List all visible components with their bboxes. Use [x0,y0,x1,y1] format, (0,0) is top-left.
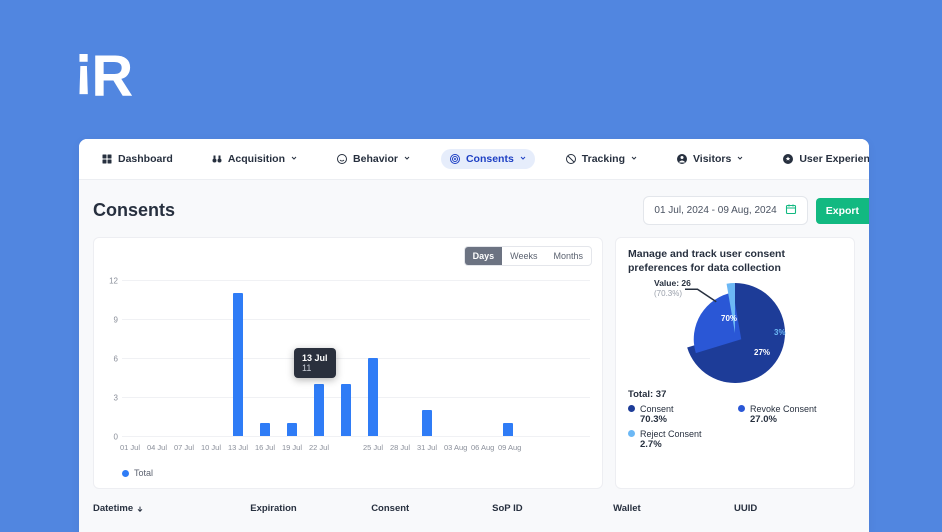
main-content: DaysWeeksMonths 036912 01 Jul04 Jul07 Ju… [79,237,869,489]
chart-tooltip: 13 Jul 11 [294,348,336,378]
nav-label: Behavior [353,153,398,165]
top-nav: Dashboard Acquisition Behavior Consents Trac… [79,139,869,180]
pie-legend-item: Reject Consent2.7% [628,429,738,450]
nav-label: Acquisition [228,153,285,165]
nav-label: User Experience [799,153,869,165]
page-title: Consents [93,200,175,221]
period-weeks[interactable]: Weeks [502,247,545,265]
bar[interactable] [314,384,324,436]
target-icon [449,153,461,165]
x-tick: 04 Jul [147,443,157,452]
x-tick: 22 Jul [309,443,319,452]
legend-dot-icon [628,430,635,437]
chevron-down-icon [290,153,298,165]
pie-legend-item: Consent70.3% [628,404,738,425]
pie-title: Manage and track user consent preference… [628,248,842,275]
nav-label: Consents [466,153,514,165]
pie-slice-label: 70% [721,314,737,323]
nav-consents[interactable]: Consents [441,149,535,169]
brand-logo: !R [74,48,131,106]
nav-label: Visitors [693,153,731,165]
pie-slice-label: 27% [754,348,770,357]
chevron-down-icon [519,153,527,165]
x-tick: 13 Jul [228,443,238,452]
forbid-icon [565,153,577,165]
nav-user-experience[interactable]: User Experience [774,149,869,169]
legend-dot-icon [628,405,635,412]
nav-dashboard[interactable]: Dashboard [93,149,181,169]
nav-visitors[interactable]: Visitors [668,149,752,169]
x-tick: 09 Aug [498,443,508,452]
chevron-down-icon [736,153,744,165]
pie-slice-label: 3% [774,328,786,337]
th-expiration[interactable]: Expiration [250,503,371,514]
sort-desc-icon [136,505,144,513]
nav-label: Dashboard [118,153,173,165]
bar[interactable] [233,293,243,436]
chevron-down-icon [630,153,638,165]
user-icon [676,153,688,165]
smile-icon [336,153,348,165]
app-panel: Dashboard Acquisition Behavior Consents Trac… [79,139,869,532]
bar-chart: 036912 [122,280,590,436]
bar[interactable] [260,423,270,436]
nav-tracking[interactable]: Tracking [557,149,646,169]
x-tick [336,443,346,452]
y-tick: 3 [102,394,118,403]
th-uuid[interactable]: UUID [734,503,855,514]
th-sop-id[interactable]: SoP ID [492,503,613,514]
y-tick: 6 [102,355,118,364]
bar[interactable] [368,358,378,436]
date-range-label: 01 Jul, 2024 - 09 Aug, 2024 [654,205,776,216]
star-circle-icon [782,153,794,165]
th-consent[interactable]: Consent [371,503,492,514]
pie-legend: Total: 37 Consent70.3%Reject Consent2.7%… [628,389,842,454]
bar[interactable] [422,410,432,436]
pie-legend-item: Revoke Consent27.0% [738,404,848,425]
x-tick: 31 Jul [417,443,427,452]
export-button[interactable]: Export [816,198,869,224]
x-tick: 01 Jul [120,443,130,452]
pie-chart [685,283,785,383]
bar[interactable] [287,423,297,436]
pie-card: Manage and track user consent preference… [615,237,855,489]
period-toggle[interactable]: DaysWeeksMonths [464,246,592,266]
y-tick: 0 [102,433,118,442]
nav-acquisition[interactable]: Acquisition [203,149,306,169]
th-wallet[interactable]: Wallet [613,503,734,514]
x-tick: 16 Jul [255,443,265,452]
legend-dot-icon [738,405,745,412]
calendar-icon [785,203,797,218]
bar-chart-card: DaysWeeksMonths 036912 01 Jul04 Jul07 Ju… [93,237,603,489]
binoculars-icon [211,153,223,165]
chevron-down-icon [403,153,411,165]
nav-label: Tracking [582,153,625,165]
grid-icon [101,153,113,165]
nav-behavior[interactable]: Behavior [328,149,419,169]
x-tick: 19 Jul [282,443,292,452]
th-datetime[interactable]: Datetime [93,503,250,514]
x-tick: 07 Jul [174,443,184,452]
bar[interactable] [503,423,513,436]
date-range-picker[interactable]: 01 Jul, 2024 - 09 Aug, 2024 [643,196,807,225]
x-tick: 28 Jul [390,443,400,452]
period-days[interactable]: Days [465,247,503,265]
legend-dot-icon [122,470,129,477]
y-tick: 9 [102,316,118,325]
chart-legend: Total [122,468,153,478]
title-row: Consents 01 Jul, 2024 - 09 Aug, 2024 Exp… [79,180,869,237]
table-header: Datetime ExpirationConsentSoP IDWalletUU… [93,503,855,514]
x-tick: 25 Jul [363,443,373,452]
x-tick: 10 Jul [201,443,211,452]
x-tick: 06 Aug [471,443,481,452]
bar[interactable] [341,384,351,436]
period-months[interactable]: Months [545,247,591,265]
x-tick: 03 Aug [444,443,454,452]
y-tick: 12 [102,277,118,286]
